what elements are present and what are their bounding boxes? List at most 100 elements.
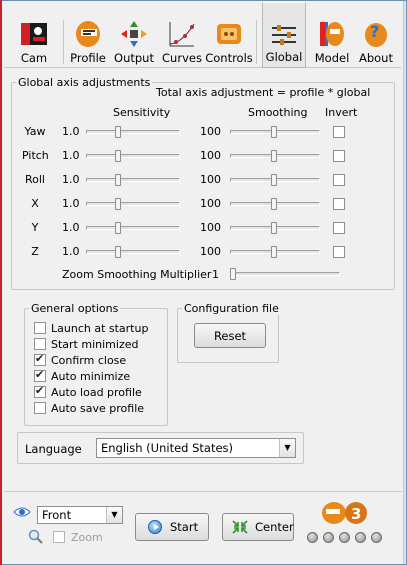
slider-thumb[interactable] <box>115 150 121 162</box>
slider-thumb[interactable] <box>271 150 277 162</box>
invert-checkbox[interactable] <box>333 174 345 186</box>
status-led <box>339 532 350 543</box>
curves-icon <box>165 18 199 50</box>
global-sliders-icon <box>267 19 301 51</box>
toolbar-profile-label: Profile <box>70 51 106 65</box>
center-button[interactable]: Center <box>222 513 294 541</box>
option-checkbox[interactable] <box>34 384 46 398</box>
chevron-down-icon[interactable]: ▼ <box>106 507 122 523</box>
slider-thumb[interactable] <box>271 222 277 234</box>
bottom-separator <box>4 491 402 492</box>
toolbar-global-label: Global <box>265 50 303 64</box>
slider-thumb[interactable] <box>271 246 277 258</box>
slider-thumb[interactable] <box>115 174 121 186</box>
zoom-smoothing-value: 1 <box>212 268 219 281</box>
slider-thumb[interactable] <box>115 126 121 138</box>
axis-row-label: Roll <box>25 173 45 186</box>
slider-thumb[interactable] <box>230 268 236 280</box>
smoothing-slider[interactable] <box>230 174 320 186</box>
smoothing-header: Smoothing <box>248 106 308 119</box>
option-checkbox[interactable] <box>34 402 46 414</box>
toolbar-curves-button[interactable]: Curves <box>160 2 204 68</box>
window-edge-accent <box>0 0 2 565</box>
sensitivity-value: 1.0 <box>62 245 80 258</box>
toolbar-profile-button[interactable]: Profile <box>68 2 108 68</box>
language-label: Language <box>25 442 82 456</box>
option-label: Confirm close <box>51 354 127 367</box>
toolbar-cam-label: Cam <box>20 51 48 65</box>
toolbar-output-label: Output <box>114 51 154 65</box>
toolbar-cam-button[interactable]: Cam <box>10 2 58 68</box>
sensitivity-slider[interactable] <box>86 174 180 186</box>
axis-row-label: X <box>31 197 39 210</box>
option-label: Start minimized <box>51 338 139 351</box>
status-led <box>307 532 318 543</box>
invert-checkbox[interactable] <box>333 222 345 234</box>
smoothing-slider[interactable] <box>230 222 320 234</box>
slider-thumb[interactable] <box>271 198 277 210</box>
center-arrows-icon <box>231 519 249 535</box>
zoom-checkbox-label: Zoom <box>71 531 103 544</box>
toolbar-controls-button[interactable]: Controls <box>205 2 253 68</box>
global-axis-title: Global axis adjustments <box>16 76 153 89</box>
sensitivity-value: 1.0 <box>62 149 80 162</box>
invert-header: Invert <box>325 106 358 119</box>
smoothing-slider[interactable] <box>230 150 320 162</box>
sensitivity-value: 1.0 <box>62 221 80 234</box>
option-checkbox[interactable] <box>34 368 46 382</box>
slider-thumb[interactable] <box>271 174 277 186</box>
toolbar-separator <box>256 20 257 64</box>
option-label: Auto load profile <box>51 386 142 399</box>
sensitivity-slider[interactable] <box>86 222 180 234</box>
reset-button[interactable]: Reset <box>194 323 266 348</box>
slider-thumb[interactable] <box>271 126 277 138</box>
chevron-down-icon[interactable]: ▼ <box>279 439 295 457</box>
option-checkbox[interactable] <box>34 352 46 366</box>
sensitivity-slider[interactable] <box>86 126 180 138</box>
axis-row-label: Pitch <box>22 149 49 162</box>
language-select[interactable]: English (United States) ▼ <box>96 438 296 458</box>
toolbar-global-button[interactable]: Global <box>262 2 306 68</box>
invert-checkbox[interactable] <box>333 150 345 162</box>
invert-checkbox[interactable] <box>333 246 345 258</box>
option-checkbox[interactable] <box>34 338 46 350</box>
smoothing-value: 100 <box>200 149 221 162</box>
sensitivity-slider[interactable] <box>86 150 180 162</box>
toolbar-separator <box>63 20 64 64</box>
view-select[interactable]: Front ▼ <box>37 506 123 524</box>
toolbar-about-button[interactable]: ? About <box>354 2 398 68</box>
smoothing-value: 100 <box>200 221 221 234</box>
toolbar-model-button[interactable]: Model <box>310 2 354 68</box>
sensitivity-slider[interactable] <box>86 246 180 258</box>
view-selected-value: Front <box>42 508 72 522</box>
axis-row-label: Yaw <box>24 125 46 138</box>
profile-icon <box>71 18 105 50</box>
smoothing-value: 100 <box>200 245 221 258</box>
smoothing-slider[interactable] <box>230 198 320 210</box>
smoothing-slider[interactable] <box>230 246 320 258</box>
invert-checkbox[interactable] <box>333 198 345 210</box>
zoom-smoothing-label: Zoom Smoothing Multiplier <box>62 268 212 281</box>
camera-icon <box>17 18 51 50</box>
sensitivity-slider[interactable] <box>86 198 180 210</box>
slider-thumb[interactable] <box>115 222 121 234</box>
invert-checkbox[interactable] <box>333 126 345 138</box>
smoothing-slider[interactable] <box>230 126 320 138</box>
toolbar-output-button[interactable]: Output <box>114 2 154 68</box>
axis-row-label: Z <box>31 245 39 258</box>
magnifier-icon <box>28 529 44 548</box>
option-checkbox[interactable] <box>34 322 46 334</box>
toolbar-controls-label: Controls <box>205 51 253 65</box>
language-selected-value: English (United States) <box>101 441 234 455</box>
app-logo: 3 <box>320 500 368 529</box>
slider-thumb[interactable] <box>115 246 121 258</box>
start-button[interactable]: Start <box>135 513 209 541</box>
main-toolbar: Cam Profile Output Curves Controls Globa… <box>4 2 401 68</box>
sensitivity-value: 1.0 <box>62 173 80 186</box>
zoom-checkbox[interactable] <box>53 531 65 543</box>
slider-thumb[interactable] <box>115 198 121 210</box>
play-icon <box>148 520 162 534</box>
axis-row-label: Y <box>31 221 39 234</box>
smoothing-value: 100 <box>200 197 221 210</box>
zoom-smoothing-slider[interactable] <box>230 268 340 280</box>
